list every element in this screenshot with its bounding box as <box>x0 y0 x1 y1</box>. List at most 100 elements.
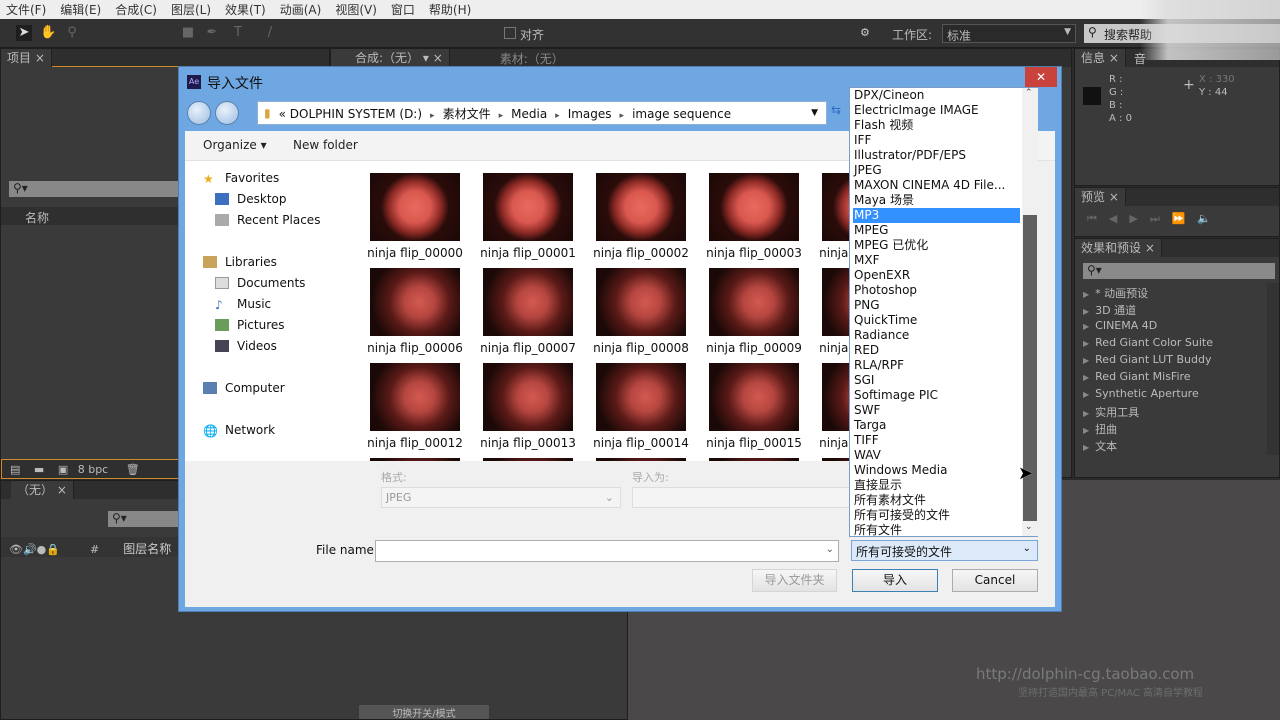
file-thumbnail[interactable] <box>483 363 573 431</box>
menu-item[interactable]: 窗口 <box>391 1 415 18</box>
effects-category[interactable]: ▶ 文本 <box>1083 438 1117 454</box>
file-type-option[interactable]: MPEG <box>853 223 1020 238</box>
file-name-label[interactable]: ninja flip_00007 <box>473 341 583 355</box>
menu-item[interactable]: 图层(L) <box>171 1 211 18</box>
nav-computer[interactable]: Computer <box>203 381 285 395</box>
effects-search-input[interactable]: ⚲▾ <box>1083 263 1275 279</box>
mask-tool-icon[interactable]: ■ <box>180 25 196 41</box>
file-name-label[interactable]: ninja flip_00014 <box>586 436 696 450</box>
expand-arrow-icon[interactable]: ▶ <box>1083 373 1089 382</box>
breadcrumb-item[interactable]: « <box>279 107 286 121</box>
file-type-option[interactable]: IFF <box>853 133 1020 148</box>
visibility-icons[interactable]: 👁🔊●🔒 <box>9 543 60 556</box>
file-type-option[interactable]: MXF <box>853 253 1020 268</box>
forward-button[interactable] <box>215 101 239 125</box>
file-thumbnail[interactable] <box>483 458 573 461</box>
nav-pictures[interactable]: Pictures <box>215 318 285 332</box>
file-type-option[interactable]: RED <box>853 343 1020 358</box>
file-thumbnail[interactable] <box>483 268 573 336</box>
project-search-input[interactable]: ⚲▾ <box>9 181 179 197</box>
file-thumbnail[interactable] <box>596 458 686 461</box>
expand-arrow-icon[interactable]: ▶ <box>1083 443 1089 452</box>
file-type-option[interactable]: SGI <box>853 373 1020 388</box>
playback-controls[interactable]: ⏮◀▶⏭⏩🔈 <box>1087 212 1223 226</box>
hand-tool-icon[interactable]: ✋ <box>40 25 56 41</box>
scroll-up-icon[interactable]: ⌃ <box>1025 88 1033 98</box>
file-type-option[interactable]: QuickTime <box>853 313 1020 328</box>
breadcrumb-item[interactable]: 素材文件 <box>443 107 491 121</box>
effects-category[interactable]: ▶ CINEMA 4D <box>1083 319 1157 332</box>
menu-item[interactable]: 编辑(E) <box>60 1 101 18</box>
new-folder-button[interactable]: New folder <box>293 138 358 152</box>
layer-name-column[interactable]: 图层名称 <box>123 542 171 556</box>
file-type-option[interactable]: PNG <box>853 298 1020 313</box>
address-bar[interactable]: ▮ « DOLPHIN SYSTEM (D:) ▸ 素材文件 ▸ Media ▸ Images… <box>257 101 827 125</box>
text-tool-icon[interactable]: T <box>230 25 246 41</box>
nav-libraries[interactable]: Libraries <box>203 255 277 269</box>
file-name-label[interactable]: ninja flip_00009 <box>699 341 809 355</box>
file-type-option[interactable]: Windows Media <box>853 463 1020 478</box>
file-type-option[interactable]: Targa <box>853 418 1020 433</box>
chevron-down-icon[interactable]: ▼ <box>811 108 818 118</box>
menu-item[interactable]: 动画(A) <box>280 1 322 18</box>
effects-category[interactable]: ▶ Red Giant LUT Buddy <box>1083 353 1212 366</box>
refresh-icon[interactable]: ⇆ <box>831 103 841 117</box>
cancel-button[interactable]: Cancel <box>952 569 1038 592</box>
chevron-down-icon[interactable]: ⌄ <box>826 544 834 555</box>
breadcrumb-item[interactable]: Images <box>568 107 612 121</box>
file-type-option[interactable]: Illustrator/PDF/EPS <box>853 148 1020 163</box>
file-type-option[interactable]: ElectricImage IMAGE <box>853 103 1020 118</box>
effects-category[interactable]: ▶ Red Giant MisFire <box>1083 370 1191 383</box>
file-type-option[interactable]: Photoshop <box>853 283 1020 298</box>
file-type-option[interactable]: 所有素材文件 <box>853 493 1020 508</box>
expand-arrow-icon[interactable]: ▶ <box>1083 307 1089 316</box>
menu-item[interactable]: 视图(V) <box>335 1 377 18</box>
tab-info[interactable]: 信息 × <box>1075 49 1126 67</box>
file-name-input[interactable]: ⌄ <box>375 540 839 562</box>
breadcrumb-item[interactable]: image sequence <box>632 107 731 121</box>
file-thumbnail[interactable] <box>596 363 686 431</box>
file-name-label[interactable]: ninja flip_00001 <box>473 246 583 260</box>
effects-category[interactable]: ▶ Red Giant Color Suite <box>1083 336 1213 349</box>
expand-arrow-icon[interactable]: ▶ <box>1083 339 1089 348</box>
file-type-option[interactable]: Radiance <box>853 328 1020 343</box>
file-type-option[interactable]: TIFF <box>853 433 1020 448</box>
file-type-option[interactable]: OpenEXR <box>853 268 1020 283</box>
file-thumbnail[interactable] <box>596 173 686 241</box>
file-type-select[interactable]: 所有可接受的文件 ⌄ <box>851 540 1038 561</box>
new-comp-icon[interactable]: ▣ <box>58 463 68 476</box>
file-type-option[interactable]: 所有文件 <box>853 523 1020 538</box>
nav-videos[interactable]: Videos <box>215 339 277 353</box>
nav-music[interactable]: ♪ Music <box>215 297 271 312</box>
file-thumbnail[interactable] <box>370 363 460 431</box>
file-name-label[interactable]: ninja flip_00000 <box>360 246 470 260</box>
expand-arrow-icon[interactable]: ▶ <box>1083 390 1089 399</box>
expand-arrow-icon[interactable]: ▶ <box>1083 356 1089 365</box>
menu-item[interactable]: 效果(T) <box>225 1 266 18</box>
file-thumbnail[interactable] <box>596 268 686 336</box>
file-name-label[interactable]: ninja flip_00012 <box>360 436 470 450</box>
file-name-label[interactable]: ninja flip_00006 <box>360 341 470 355</box>
expand-arrow-icon[interactable]: ▶ <box>1083 290 1089 299</box>
file-name-label[interactable]: ninja flip_00003 <box>699 246 809 260</box>
workspace-select[interactable]: 标准 ▼ <box>942 24 1076 43</box>
file-name-label[interactable]: ninja flip_00015 <box>699 436 809 450</box>
file-thumbnail[interactable] <box>370 268 460 336</box>
tab-preview[interactable]: 预览 × <box>1075 188 1126 206</box>
new-folder-icon[interactable]: ▬ <box>34 463 44 476</box>
breadcrumb-separator-icon[interactable]: ▸ <box>499 111 504 121</box>
tab-effects-presets[interactable]: 效果和预设 × <box>1075 239 1162 257</box>
trash-icon[interactable]: 🗑 <box>126 463 140 476</box>
nav-documents[interactable]: Documents <box>215 276 305 290</box>
import-button[interactable]: 导入 <box>852 569 938 592</box>
bpc-button[interactable]: 8 bpc <box>78 463 109 476</box>
import-folder-button[interactable]: 导入文件夹 <box>752 569 837 592</box>
expand-arrow-icon[interactable]: ▶ <box>1083 409 1089 418</box>
close-button[interactable]: ✕ <box>1025 67 1057 87</box>
effects-category[interactable]: ▶ 扭曲 <box>1083 421 1117 437</box>
menu-item[interactable]: 帮助(H) <box>429 1 471 18</box>
toggle-switches-modes-button[interactable]: 切换开关/模式 <box>359 705 489 720</box>
file-type-option[interactable]: 所有可接受的文件 <box>853 508 1020 523</box>
organize-button[interactable]: Organize ▾ <box>203 138 267 152</box>
back-button[interactable] <box>187 101 211 125</box>
